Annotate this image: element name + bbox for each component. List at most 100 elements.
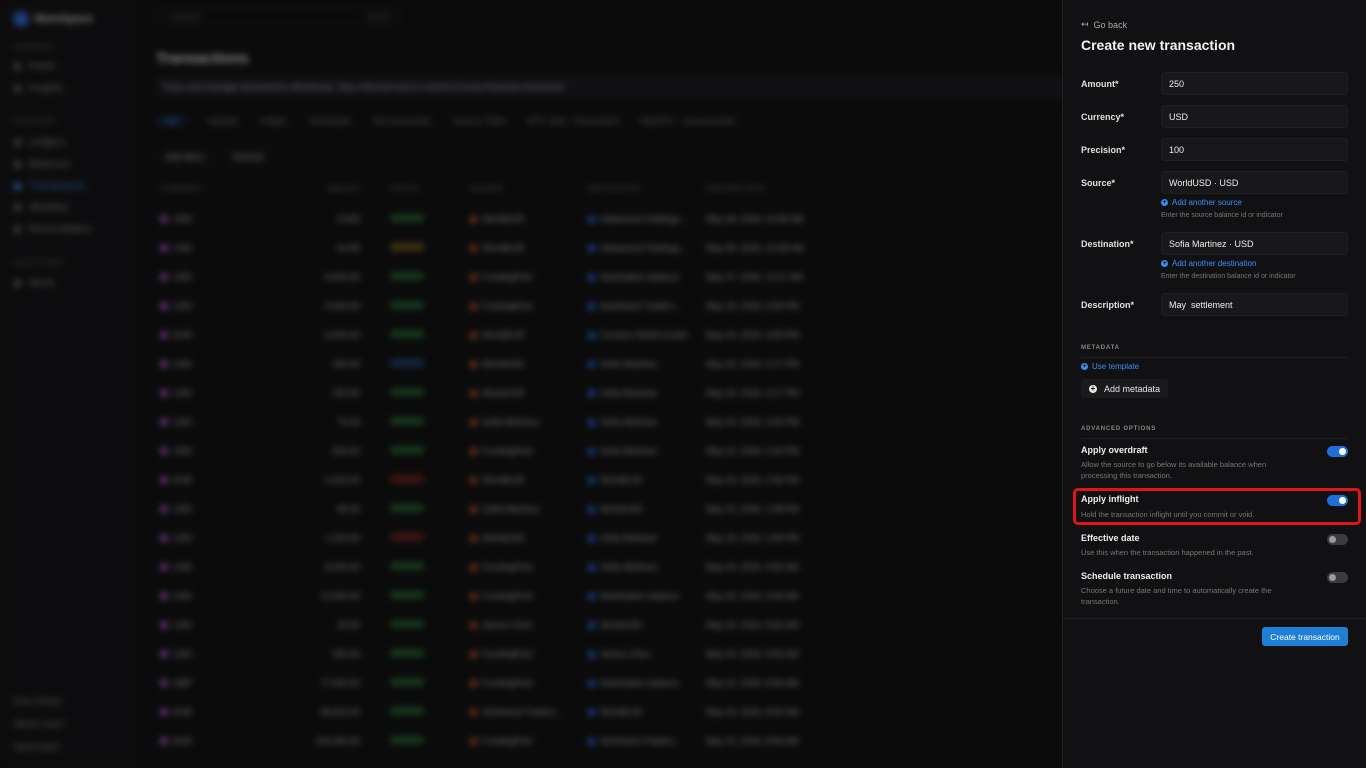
amount-field[interactable]: 250	[1161, 72, 1348, 95]
sidebar-docs-link[interactable]: Docs library	[14, 696, 62, 706]
table-row[interactable]: USD 250.00 Applied FundingPool James Chen May…	[160, 639, 856, 668]
table-cell: May 23, 2026, 6:58 PM	[706, 329, 800, 340]
column-header[interactable]: CREATED DATE	[706, 186, 856, 193]
table-row[interactable]: USD 250.00 Scheduled WorldUSD Sofia Martinez…	[160, 349, 856, 378]
sidebar-item-ledgers[interactable]: Ledgers	[14, 137, 65, 148]
table-cell: Destination balance	[600, 590, 680, 601]
refresh-button[interactable]: Refresh	[224, 148, 274, 166]
table-row[interactable]: USD 89.00 Applied Sofia Martinez WorldUSD May…	[160, 494, 856, 523]
precision-field[interactable]: 100	[1161, 138, 1348, 161]
filter-tab[interactable]: BTC: Bnk - Reconciled	[528, 116, 619, 126]
table-cell-wrap: May 23, 2026, 8:56 AM	[706, 736, 856, 746]
table-row[interactable]: USD 12,000.00 Applied FundingPool Destinatio…	[160, 581, 856, 610]
table-row[interactable]: USD 6,500.00 Applied FundingPool Destination…	[160, 262, 856, 291]
sidebar-item-insights[interactable]: Insights	[14, 83, 63, 94]
sidebar-item-transactions[interactable]: Transactions	[14, 181, 86, 192]
sidebar-item-label: Reconciliation	[29, 224, 92, 235]
table-row[interactable]: USD 8,029 Applied WorldEUR Hakewood Holdings…	[160, 204, 856, 233]
table-cell: May 23, 2026, 9:36 AM	[706, 590, 799, 601]
sidebar-section-label: SOLUTIONS	[14, 260, 64, 267]
go-back-link[interactable]: ↤ Go back	[1081, 19, 1127, 30]
table-row[interactable]: USD 8,000.00 Applied FundingPool Sofia Marti…	[160, 552, 856, 581]
table-row[interactable]: EUR 6,500.00 Applied WorldEUR Contoso Retail…	[160, 320, 856, 349]
table-cell-wrap: 42.50	[310, 620, 390, 630]
table-cell-wrap: FundingPool	[470, 562, 588, 572]
schedule-transaction-toggle[interactable]	[1327, 572, 1348, 583]
table-cell-wrap: Applied	[390, 445, 470, 456]
apply-overdraft-toggle[interactable]	[1327, 446, 1348, 457]
table-row[interactable]: USD 75.20 Applied Sofia Martinez Sofia Marti…	[160, 407, 856, 436]
balance-icon	[470, 563, 477, 571]
sidebar-item-identities[interactable]: Identities	[14, 202, 69, 213]
use-template-link[interactable]: + Use template	[1081, 362, 1139, 371]
sidebar-item-reconciliation[interactable]: Reconciliation	[14, 224, 91, 235]
column-header[interactable]: SOURCE	[470, 186, 588, 193]
sidebar-item-balances[interactable]: Balances	[14, 159, 70, 170]
table-cell: USD	[173, 213, 193, 224]
table-cell-wrap: FundingPool	[470, 678, 588, 688]
add-destination-link[interactable]: + Add another destination	[1161, 259, 1257, 268]
table-cell-wrap: WorldUSD	[470, 359, 588, 369]
currency-field[interactable]: USD	[1161, 105, 1348, 128]
table-row[interactable]: GBP 77,000.00 Applied FundingPool Destinatio…	[160, 668, 856, 697]
table-cell-wrap: James Chen	[588, 649, 706, 659]
balance-icon	[470, 476, 477, 484]
sidebar-whats-new-link[interactable]: What's new?	[14, 719, 65, 729]
add-source-link[interactable]: + Add another source	[1161, 198, 1242, 207]
workspace-switcher[interactable]: WareSpace	[14, 12, 93, 26]
effective-date-toggle[interactable]	[1327, 534, 1348, 545]
table-row[interactable]: USD 5,000.00 Applied FundingPool Northwind T…	[160, 291, 856, 320]
table-row[interactable]: USD 8,029 Inflight WorldEUR Hakewood Holding…	[160, 233, 856, 262]
balance-icon	[470, 737, 477, 745]
table-row[interactable]: USD 42.50 Applied James Chen WorldUSD May 23,…	[160, 610, 856, 639]
sidebar-item-home[interactable]: Home	[14, 61, 56, 72]
table-cell-wrap: USD	[160, 649, 310, 659]
filter-tab[interactable]: Scheduled	[309, 116, 352, 126]
table-row[interactable]: USD 500.00 Applied FundingPool Sofia Martine…	[160, 436, 856, 465]
balance-icon	[588, 302, 595, 310]
table-cell: 500.00	[332, 445, 360, 456]
add-metadata-button[interactable]: + Add metadata	[1081, 379, 1169, 398]
table-cell-wrap: Sofia Martinez	[470, 504, 588, 514]
table-row[interactable]: EUR 38,000.00 Applied Northwind Traders... W…	[160, 697, 856, 726]
table-cell: May 23, 2026, 8:56 AM	[706, 619, 799, 630]
column-header[interactable]: CURRENCY	[160, 186, 310, 193]
table-cell-wrap: 77,000.00	[310, 678, 390, 688]
filter-tab[interactable]: All	[156, 116, 187, 126]
filter-tabs: All Applied Inflight Scheduled Not recon…	[156, 116, 735, 126]
filter-tab[interactable]: Bal/NTC - Unreconciled	[641, 116, 736, 126]
sidebar-item-alerts[interactable]: Alerts	[14, 278, 55, 289]
table-cell-wrap: May 23, 2026, 8:56 AM	[706, 678, 856, 688]
description-field[interactable]: May settlement	[1161, 293, 1348, 316]
filter-tab[interactable]: Applied	[208, 116, 238, 126]
source-field[interactable]: WorldUSD · USD	[1161, 171, 1348, 194]
table-cell-wrap: USD	[160, 446, 310, 456]
create-transaction-button[interactable]: Create transaction	[1262, 627, 1348, 646]
table-cell-wrap: Northwind Traders...	[588, 736, 706, 746]
filter-tab[interactable]: Not reconciled	[373, 116, 431, 126]
search-input[interactable]: ⌕ Search Ctrl+K	[156, 8, 400, 26]
table-cell-wrap: FundingPool	[470, 301, 588, 311]
table-cell: 42.50	[337, 619, 360, 630]
sidebar-help-link[interactable]: Need help?	[14, 742, 60, 752]
table-row[interactable]: EUR 103,000.00 Applied FundingPool Northwind…	[160, 726, 856, 755]
destination-field[interactable]: Sofia Martinez · USD	[1161, 232, 1348, 255]
table-row[interactable]: EUR 4,200.00 Rejected WorldEUR WorldEUR May 2…	[160, 465, 856, 494]
column-header[interactable]: DESTINATION	[588, 186, 706, 193]
sidebar-item-label: Alerts	[29, 278, 55, 289]
table-cell: 8,029	[337, 213, 360, 224]
table-cell: Destination balance	[600, 271, 680, 282]
status-badge	[390, 242, 424, 251]
table-cell: 250.00	[332, 387, 360, 398]
table-row[interactable]: USD 1,150.00 Rejected WorldUSD Sofia Martine…	[160, 523, 856, 552]
table-cell-wrap: WorldUSD	[588, 620, 706, 630]
column-header[interactable]: AMOUNT	[310, 186, 390, 193]
table-cell: WorldEUR	[482, 213, 525, 224]
column-header[interactable]: STATUS	[390, 186, 470, 193]
table-cell-wrap: May 28, 2026, 10:58 AM	[706, 214, 856, 224]
add-filters-button[interactable]: Add filters	[156, 148, 215, 166]
balance-icon	[470, 534, 477, 542]
filter-tab[interactable]: Inflight	[260, 116, 287, 126]
filter-tab[interactable]: Source: EMA	[453, 116, 506, 126]
table-row[interactable]: USD 250.00 Applied WorldUSD Sofia Martinez Ma…	[160, 378, 856, 407]
